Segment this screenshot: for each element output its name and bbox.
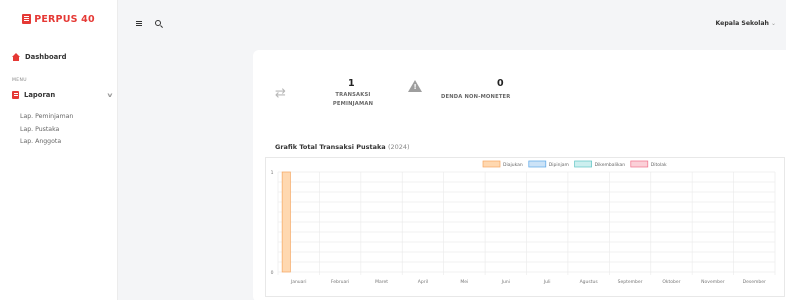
x-tick-label: Desember <box>743 279 766 285</box>
exchange-icon: ⇄ <box>275 86 286 101</box>
brand-name: PERPUS 40 <box>34 13 95 25</box>
menu-toggle-icon[interactable] <box>136 21 142 26</box>
stat-transaksi-label-line1: TRANSAKSI <box>335 92 371 98</box>
stat-denda-value: 0 <box>497 78 504 89</box>
x-tick-label: Juni <box>501 279 510 285</box>
x-tick-label: Januari <box>290 279 307 285</box>
x-tick-label: Maret <box>375 279 388 285</box>
home-icon <box>12 53 20 61</box>
submenu-item-lap-anggota[interactable]: Lap. Anggota <box>20 136 73 149</box>
sidebar: PERPUS 40 Dashboard MENU Laporan v Lap. … <box>0 0 118 300</box>
chart-container: 0 1 Januari Februari Maret April Mei Juni Juli Ag… <box>265 157 785 297</box>
x-tick-label: Februari <box>331 279 350 285</box>
submenu-item-lap-pustaka[interactable]: Lap. Pustaka <box>20 124 73 137</box>
legend-label: Dikembalikan <box>595 162 626 168</box>
stat-transaksi-label: TRANSAKSI PEMINJAMAN <box>323 91 383 109</box>
x-tick-label: Oktober <box>662 279 680 285</box>
user-name: Kepala Sekolah <box>715 20 769 27</box>
sidebar-item-dashboard[interactable]: Dashboard <box>12 53 66 61</box>
stat-denda-label: DENDA NON-MONETER <box>441 94 511 100</box>
stat-transaksi-label-line2: PEMINJAMAN <box>332 101 374 107</box>
search-icon[interactable] <box>155 20 161 26</box>
sidebar-item-laporan-label: Laporan <box>24 91 56 99</box>
report-icon <box>12 91 19 99</box>
menu-section-label: MENU <box>12 78 27 83</box>
chart-title: Grafik Total Transaksi Pustaka (2024) <box>275 143 410 151</box>
legend-swatch <box>574 160 592 168</box>
x-tick-label: Agustus <box>580 279 599 285</box>
main-card: ⇄ 1 TRANSAKSI PEMINJAMAN 0 DENDA NON-MON… <box>253 50 786 300</box>
legend-swatch <box>630 160 649 168</box>
y-tick-label: 0 <box>271 270 274 276</box>
bar-chart: 0 1 Januari Februari Maret April Mei Juni Juli Ag… <box>271 160 776 285</box>
brand-logo[interactable]: PERPUS 40 <box>22 14 95 25</box>
x-tick-label: Mei <box>460 279 468 285</box>
x-tick-label: Juli <box>543 279 551 285</box>
sidebar-item-dashboard-label: Dashboard <box>25 53 67 61</box>
sidebar-item-laporan[interactable]: Laporan v <box>12 91 113 99</box>
chart-year: (2024) <box>387 143 410 151</box>
x-tick-label: April <box>418 279 428 285</box>
warning-icon <box>408 80 422 92</box>
x-tick-label: September <box>618 279 643 285</box>
user-menu[interactable]: Kepala Sekolah ⌄ <box>715 20 776 27</box>
submenu-item-lap-peminjaman[interactable]: Lap. Peminjaman <box>20 111 73 124</box>
laporan-submenu: Lap. Peminjaman Lap. Pustaka Lap. Anggot… <box>20 111 73 149</box>
legend-swatch <box>482 160 501 168</box>
legend-label: Diajukan <box>503 162 523 168</box>
book-icon <box>22 14 32 24</box>
chevron-down-icon: ⌄ <box>770 20 776 27</box>
legend-label: Dipinjam <box>549 162 569 168</box>
stat-transaksi-value: 1 <box>348 78 355 89</box>
y-tick-label: 1 <box>271 170 274 176</box>
chart-bar <box>281 171 291 273</box>
brand-row: PERPUS 40 <box>0 0 117 38</box>
x-tick-label: November <box>701 279 725 285</box>
topbar: Kepala Sekolah ⌄ <box>118 0 786 48</box>
legend-swatch <box>528 160 547 168</box>
legend-label: Ditolak <box>651 162 667 168</box>
chart-title-text: Grafik Total Transaksi Pustaka <box>275 143 386 151</box>
chevron-down-icon: v <box>107 91 113 99</box>
